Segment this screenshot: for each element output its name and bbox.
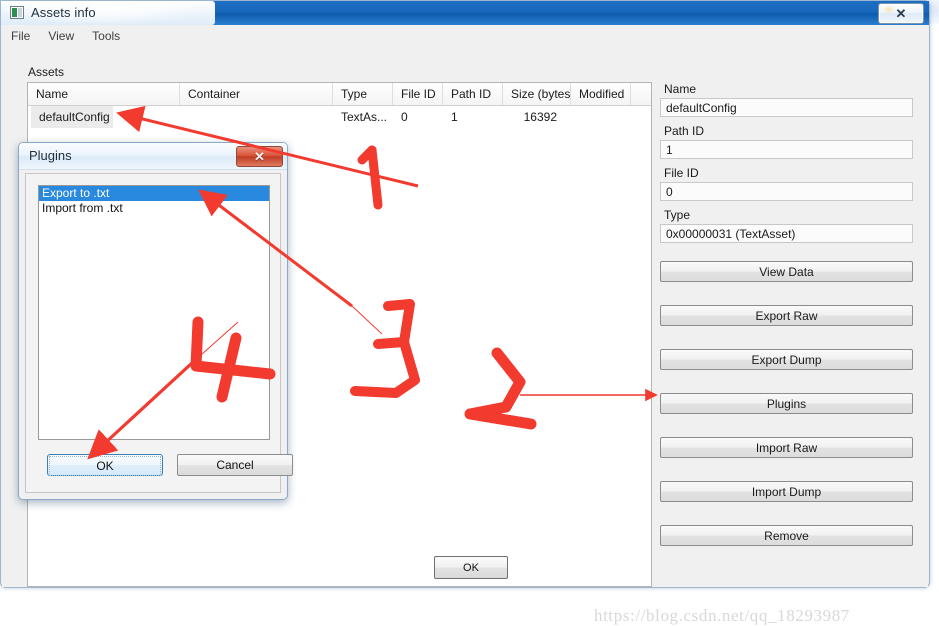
export-raw-button[interactable]: Export Raw (660, 305, 913, 326)
column-header-container[interactable]: Container (180, 83, 333, 105)
cell-path-id[interactable]: 1 (443, 106, 503, 128)
menu-item-view[interactable]: View (39, 25, 83, 47)
ok-button[interactable]: OK (434, 556, 508, 579)
cell-container[interactable] (180, 106, 330, 128)
plugins-cancel-button[interactable]: Cancel (177, 454, 293, 476)
window-title: Assets info (31, 5, 96, 20)
plugins-ok-label: OK (49, 456, 161, 476)
export-dump-button[interactable]: Export Dump (660, 349, 913, 370)
list-item[interactable]: Import from .txt (39, 201, 269, 216)
column-header-path-id[interactable]: Path ID (443, 83, 503, 105)
column-header-size[interactable]: Size (bytes) (503, 83, 571, 105)
menu-bar: File View Tools (2, 25, 928, 48)
cell-file-id[interactable]: 0 (393, 106, 443, 128)
column-header-filler (631, 83, 651, 105)
field-value-path-id[interactable]: 1 (660, 140, 913, 159)
plugins-dialog-title-bar: Plugins ✕ (19, 143, 287, 170)
menu-item-tools[interactable]: Tools (83, 25, 129, 47)
cell-name[interactable]: defaultConfig (31, 106, 113, 128)
remove-button[interactable]: Remove (660, 525, 913, 546)
menu-item-file[interactable]: File (2, 25, 39, 47)
column-header-name[interactable]: Name (28, 83, 180, 105)
window-close-button[interactable]: ✕ (878, 3, 924, 24)
column-header-type[interactable]: Type (333, 83, 393, 105)
asset-details-panel: Name defaultConfig Path ID 1 File ID 0 T… (660, 82, 922, 587)
plugins-ok-button[interactable]: OK (47, 454, 163, 476)
plugins-dialog-body: Export to .txt Import from .txt OK Cance… (25, 173, 293, 493)
cell-size[interactable]: 16392 (503, 106, 565, 128)
column-header-file-id[interactable]: File ID (393, 83, 443, 105)
view-data-button[interactable]: View Data (660, 261, 913, 282)
watermark-url: https://blog.csdn.net/qq_18293987 (594, 606, 850, 625)
assets-group-label: Assets (28, 65, 65, 79)
plugins-dialog: Plugins ✕ Export to .txt Import from .tx… (18, 142, 293, 500)
table-row[interactable]: defaultConfig TextAs... 0 1 16392 (28, 106, 651, 128)
app-icon (10, 6, 24, 19)
field-label-file-id: File ID (664, 166, 699, 180)
field-value-file-id[interactable]: 0 (660, 182, 913, 201)
plugins-dialog-title: Plugins (29, 148, 72, 163)
list-item[interactable]: Export to .txt (39, 186, 269, 201)
plugins-dialog-close-button[interactable]: ✕ (236, 146, 283, 167)
cell-modified[interactable] (571, 106, 631, 128)
import-raw-button[interactable]: Import Raw (660, 437, 913, 458)
plugin-list[interactable]: Export to .txt Import from .txt (38, 185, 270, 440)
field-value-name[interactable]: defaultConfig (660, 98, 913, 117)
column-header-modified[interactable]: Modified (571, 83, 631, 105)
field-label-type: Type (664, 208, 691, 222)
table-header-row: Name Container Type File ID Path ID Size… (28, 83, 651, 106)
plugins-button[interactable]: Plugins (660, 393, 913, 414)
close-icon: ✕ (254, 149, 265, 164)
cell-type[interactable]: TextAs... (333, 106, 393, 128)
field-label-path-id: Path ID (664, 124, 705, 138)
window-title-bar: Assets info ✕ (1, 1, 929, 25)
import-dump-button[interactable]: Import Dump (660, 481, 913, 502)
field-label-name: Name (664, 82, 697, 96)
field-value-type[interactable]: 0x00000031 (TextAsset) (660, 224, 913, 243)
close-icon: ✕ (895, 6, 907, 21)
